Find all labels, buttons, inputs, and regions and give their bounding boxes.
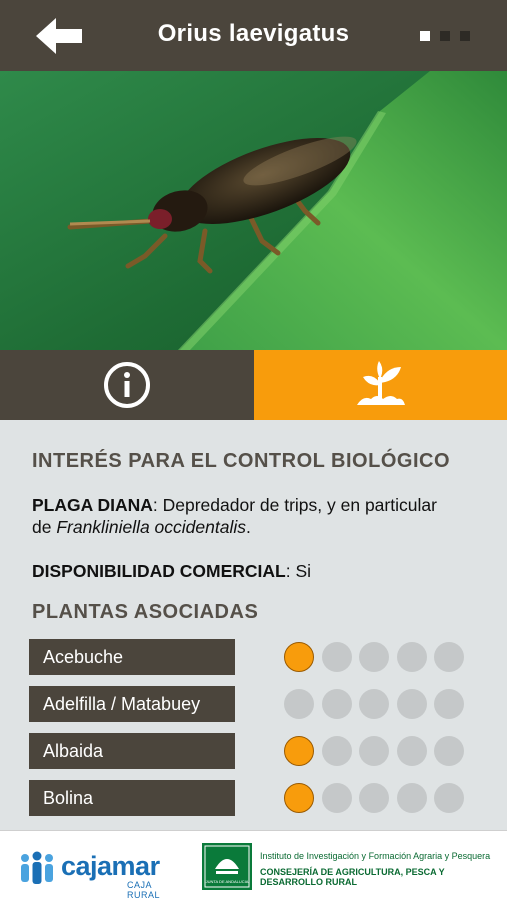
- rating-dot: [321, 642, 352, 672]
- seedling-icon: [357, 361, 406, 405]
- rating-dot: [284, 783, 314, 813]
- info-icon: [103, 362, 150, 408]
- species-photo: [0, 71, 507, 350]
- page-title: Orius laevigatus: [157, 20, 350, 47]
- institute-name: Instituto de Investigación y Formación A…: [260, 851, 491, 861]
- tab-biological-control[interactable]: [253, 350, 507, 420]
- plaga-species: Frankliniella occidentalis: [56, 517, 246, 537]
- back-button[interactable]: [34, 16, 86, 56]
- people-icon: [21, 851, 53, 884]
- plant-row[interactable]: Bolina: [29, 780, 465, 816]
- rating-dot: [396, 642, 427, 672]
- rating-dot: [359, 736, 389, 766]
- disponibilidad-text: DISPONIBILIDAD COMERCIAL: Si: [32, 560, 481, 582]
- plant-name: Bolina: [29, 780, 235, 816]
- plant-rating: [284, 783, 464, 813]
- content-panel: INTERÉS PARA EL CONTROL BIOLÓGICO PLAGA …: [0, 420, 507, 830]
- plant-row[interactable]: Adelfilla / Matabuey: [29, 686, 465, 722]
- arrow-left-icon: [36, 18, 82, 54]
- app-header: Orius laevigatus: [0, 0, 507, 71]
- rating-dot: [284, 689, 314, 719]
- rating-dot: [434, 783, 464, 813]
- rating-dot: [284, 642, 314, 672]
- footer: cajamar CAJA RURAL JUNTA DE ANDALUCIA In…: [0, 830, 507, 900]
- plaga-label: PLAGA DIANA: [32, 495, 153, 515]
- plant-name: Albaida: [29, 733, 235, 769]
- rating-dot: [359, 642, 389, 672]
- disponibilidad-label: DISPONIBILIDAD COMERCIAL: [32, 561, 286, 581]
- plant-name: Adelfilla / Matabuey: [29, 686, 235, 722]
- rating-dot: [396, 689, 427, 719]
- rating-dot: [396, 783, 427, 813]
- plant-rating: [284, 736, 464, 766]
- rating-dot: [359, 783, 389, 813]
- rating-dot: [434, 642, 464, 672]
- plaga-diana-text: PLAGA DIANA: Depredador de trips, y en p…: [32, 494, 481, 538]
- plantas-title: PLANTAS ASOCIADAS: [32, 601, 259, 623]
- page-indicator: [420, 31, 470, 41]
- rating-dot: [321, 783, 352, 813]
- section-title: INTERÉS PARA EL CONTROL BIOLÓGICO: [32, 450, 451, 472]
- tab-bar: [0, 350, 507, 420]
- plaga-suffix: .: [246, 517, 251, 537]
- rating-dot: [434, 689, 464, 719]
- page-dot-1[interactable]: [420, 31, 430, 41]
- rating-dot: [284, 736, 314, 766]
- rating-dot: [434, 736, 464, 766]
- junta-text: JUNTA DE ANDALUCIA: [206, 879, 249, 884]
- cajamar-name: cajamar: [61, 851, 160, 881]
- rating-dot: [396, 736, 427, 766]
- cajamar-logo: cajamar CAJA RURAL: [17, 849, 187, 900]
- plaga-prefix: de: [32, 517, 57, 537]
- consejeria-name: CONSEJERÍA DE AGRICULTURA, PESCA Y DESAR…: [260, 867, 445, 887]
- plant-row[interactable]: Acebuche: [29, 639, 465, 675]
- rating-dot: [321, 689, 352, 719]
- page-dot-3[interactable]: [460, 31, 470, 41]
- cajamar-sub: CAJA RURAL: [127, 880, 161, 900]
- plaga-text: : Depredador de trips, y en particular: [152, 495, 437, 515]
- rating-dot: [321, 736, 352, 766]
- plant-row[interactable]: Albaida: [29, 733, 465, 769]
- plant-rating: [284, 642, 464, 672]
- junta-andalucia-logo: JUNTA DE ANDALUCIA: [202, 843, 252, 890]
- plant-rating: [284, 689, 464, 719]
- rating-dot: [359, 689, 389, 719]
- plant-name: Acebuche: [29, 639, 235, 675]
- page-dot-2[interactable]: [440, 31, 450, 41]
- disponibilidad-value: : Si: [285, 561, 312, 581]
- tab-info[interactable]: [0, 350, 254, 420]
